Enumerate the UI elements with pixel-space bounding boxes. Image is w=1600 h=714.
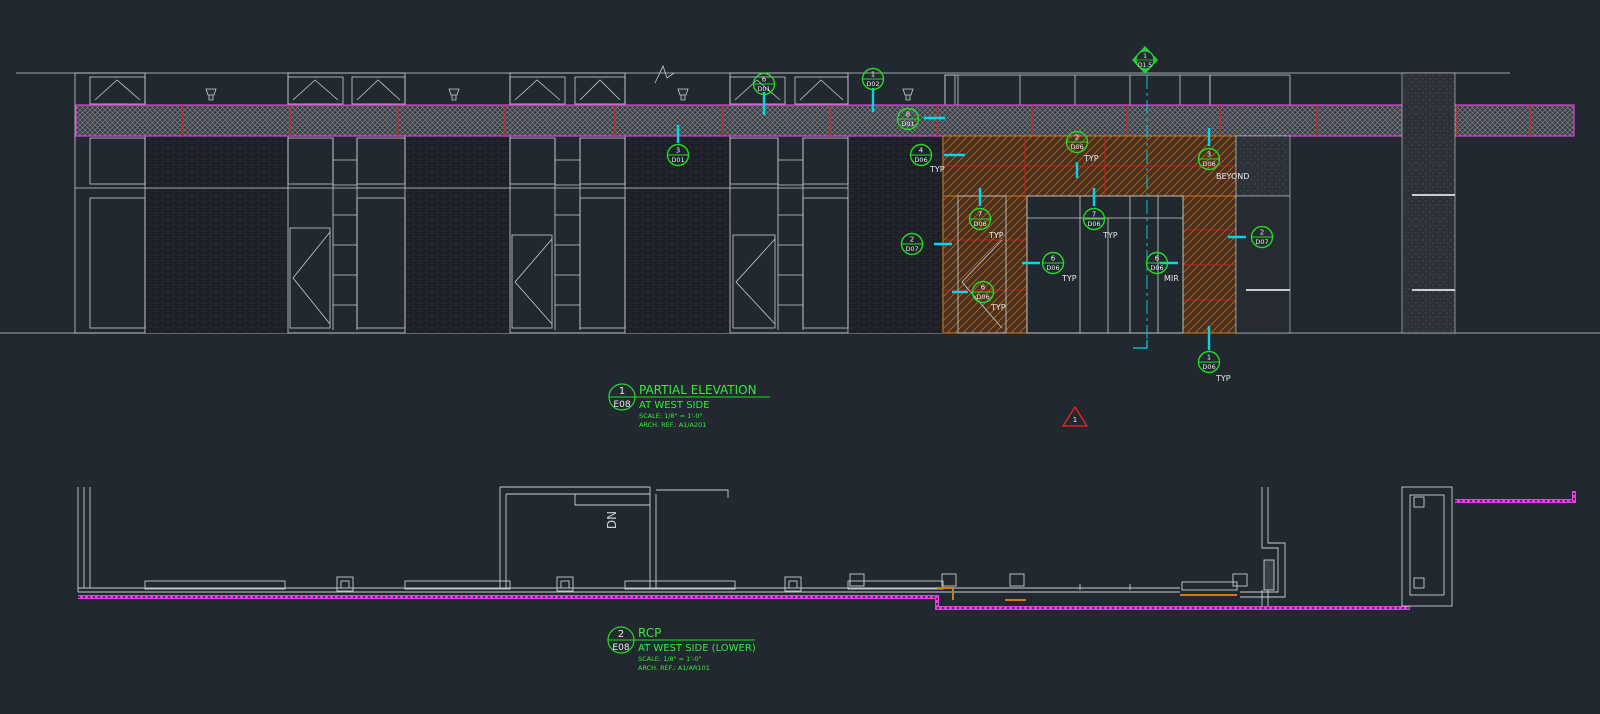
callout-tag[interactable]: 3 D01 xyxy=(666,143,690,167)
svg-text:2: 2 xyxy=(1260,229,1264,237)
arch-ref: ARCH. REF.: A1/A201 xyxy=(639,421,706,429)
svg-text:TYP: TYP xyxy=(929,165,945,174)
svg-text:8: 8 xyxy=(906,111,910,119)
svg-text:TYP: TYP xyxy=(1061,274,1077,283)
svg-text:D01: D01 xyxy=(901,120,914,128)
upper-windows-right xyxy=(944,74,1291,106)
svg-text:TYP: TYP xyxy=(988,231,1004,240)
svg-text:3: 3 xyxy=(676,147,680,155)
callout-tag[interactable]: 7 D06 TYP xyxy=(1082,207,1118,241)
sheet-number: E08 xyxy=(612,643,629,653)
svg-text:TYP: TYP xyxy=(1083,154,1099,163)
svg-text:D06: D06 xyxy=(1070,143,1083,151)
callout-tag[interactable]: 2 D07 xyxy=(900,232,924,256)
svg-text:2: 2 xyxy=(910,236,914,244)
callout-tag[interactable]: 6 D06 TYP xyxy=(1041,251,1077,284)
svg-text:D07: D07 xyxy=(905,245,918,253)
svg-text:D06: D06 xyxy=(1150,264,1163,272)
brick-wall xyxy=(405,136,510,333)
svg-text:MIR: MIR xyxy=(1164,274,1179,283)
fascia-band xyxy=(75,104,1575,137)
svg-text:D06: D06 xyxy=(1046,264,1059,272)
section-marker[interactable]: 1 D1.5 xyxy=(1132,46,1158,74)
svg-text:D06: D06 xyxy=(1087,220,1100,228)
view-number: 1 xyxy=(619,386,625,397)
cad-drawing: 6 D01 1 D02 8 D01 3 D01 2 D06 TYP 4 D06 … xyxy=(0,46,1600,672)
svg-text:1: 1 xyxy=(871,71,875,79)
brick-wall xyxy=(145,136,288,333)
stone-column xyxy=(1401,72,1456,334)
callout-tag[interactable]: 6 D06 MIR xyxy=(1145,251,1180,284)
svg-text:4: 4 xyxy=(919,147,924,155)
sheet-number: E08 xyxy=(613,400,630,410)
stair-label: DN xyxy=(605,511,619,529)
view-subtitle: AT WEST SIDE xyxy=(639,400,710,411)
svg-text:D06: D06 xyxy=(976,293,989,301)
svg-text:3: 3 xyxy=(1207,151,1211,159)
svg-text:D06: D06 xyxy=(973,220,986,228)
svg-text:TYP: TYP xyxy=(1215,374,1231,383)
feature-panel xyxy=(942,135,1237,334)
svg-text:2: 2 xyxy=(1075,134,1079,142)
view-scale: SCALE: 1/8" = 1'-0" xyxy=(639,412,703,420)
svg-text:6: 6 xyxy=(762,76,767,84)
svg-text:7: 7 xyxy=(978,211,982,219)
light-fixture-icons xyxy=(205,88,914,101)
svg-text:1: 1 xyxy=(1207,354,1211,362)
view-subtitle: AT WEST SIDE (LOWER) xyxy=(638,643,756,654)
svg-text:D1.5: D1.5 xyxy=(1138,62,1152,69)
callout-tag[interactable]: 6 D01 xyxy=(752,72,776,96)
dark-panel xyxy=(1235,195,1291,334)
brick-wall xyxy=(848,136,943,333)
svg-text:D06: D06 xyxy=(1202,160,1215,168)
stone-panel xyxy=(1235,135,1291,197)
callout-tag[interactable]: 1 D02 xyxy=(861,67,885,91)
view-title: RCP xyxy=(638,626,661,640)
callout-tag[interactable]: 8 D01 xyxy=(896,107,920,131)
svg-text:D01: D01 xyxy=(671,156,684,164)
svg-text:7: 7 xyxy=(1092,211,1096,219)
svg-text:1: 1 xyxy=(1143,52,1147,60)
view-number: 2 xyxy=(618,629,624,640)
svg-text:6: 6 xyxy=(981,284,986,292)
title-block-elevation: 1 E08 PARTIAL ELEVATION AT WEST SIDE SCA… xyxy=(608,383,770,429)
section-cut-mark xyxy=(1133,340,1148,349)
rcp-fascia-line xyxy=(78,491,1576,610)
svg-text:6: 6 xyxy=(1155,255,1160,263)
svg-text:TYP: TYP xyxy=(1102,231,1118,240)
svg-text:BEYOND: BEYOND xyxy=(1216,172,1249,181)
svg-text:TYP: TYP xyxy=(990,303,1006,312)
svg-text:1: 1 xyxy=(1073,416,1077,424)
rcp-plan: DN xyxy=(77,486,1576,610)
svg-text:D01: D01 xyxy=(757,85,770,93)
svg-text:D07: D07 xyxy=(1255,238,1268,246)
svg-text:D02: D02 xyxy=(866,80,879,88)
callout-tag[interactable]: 1 D06 TYP xyxy=(1197,350,1231,384)
revision-triangle[interactable]: 1 xyxy=(1061,405,1089,427)
view-title: PARTIAL ELEVATION xyxy=(639,383,757,397)
callout-tag[interactable]: 2 D07 xyxy=(1250,225,1274,249)
svg-text:D06: D06 xyxy=(1202,363,1215,371)
partial-elevation: 6 D01 1 D02 8 D01 3 D01 2 D06 TYP 4 D06 … xyxy=(0,46,1600,383)
arch-ref: ARCH. REF.: A1/AR101 xyxy=(638,664,710,672)
svg-text:D06: D06 xyxy=(914,156,927,164)
svg-text:6: 6 xyxy=(1051,255,1056,263)
title-block-rcp: 2 E08 RCP AT WEST SIDE (LOWER) SCALE: 1/… xyxy=(607,626,756,672)
break-line xyxy=(654,64,675,84)
view-scale: SCALE: 1/8" = 1'-0" xyxy=(638,655,702,663)
